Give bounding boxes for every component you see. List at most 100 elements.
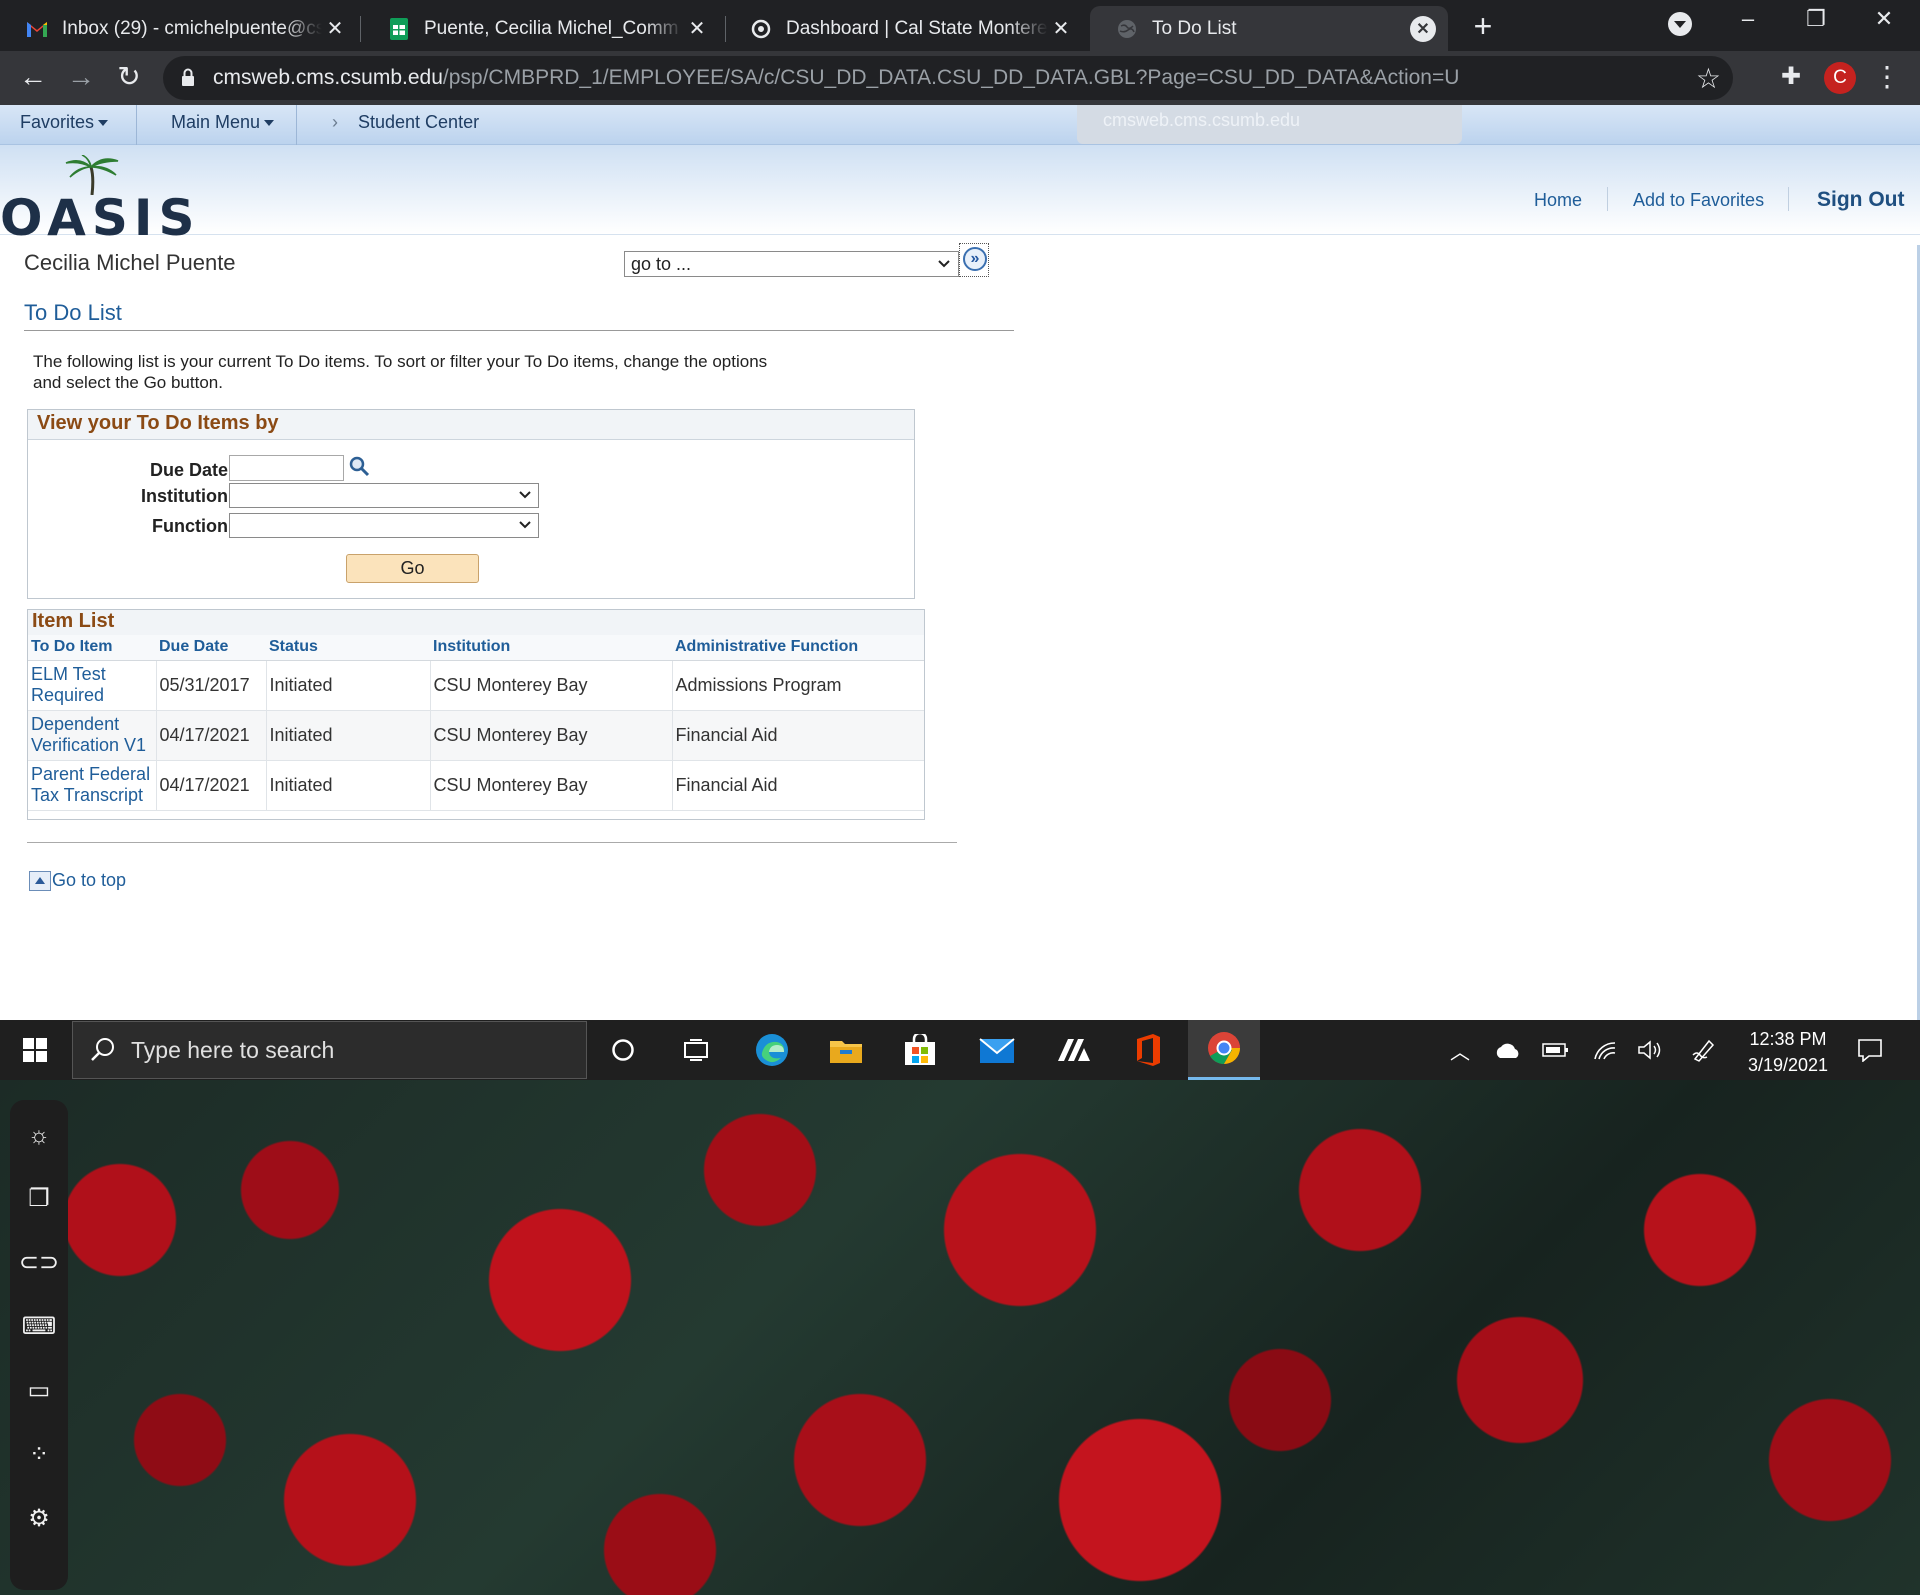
keyboard-icon[interactable]: ⌨ bbox=[10, 1312, 68, 1341]
due-date-label: Due Date bbox=[149, 460, 228, 480]
header-divider bbox=[1607, 187, 1608, 211]
url-text: cmsweb.cms.csumb.edu/psp/CMBPRD_1/EMPLOY… bbox=[213, 66, 1460, 89]
apps-dots-icon[interactable]: ⁘ bbox=[10, 1440, 68, 1469]
tab-title: Dashboard | Cal State Monterey Bay bbox=[786, 17, 1048, 39]
divider bbox=[27, 842, 957, 843]
tab-sheets[interactable]: Puente, Cecilia Michel_Comm De ✕ bbox=[362, 6, 722, 51]
oasis-logo[interactable]: OASIS bbox=[0, 155, 194, 247]
table-row: ELM Test Required 05/31/2017 Initiated C… bbox=[28, 660, 924, 711]
avatar[interactable]: C bbox=[1824, 62, 1856, 94]
office-icon[interactable] bbox=[1128, 1030, 1168, 1070]
back-arrow-icon[interactable]: ← bbox=[16, 61, 50, 95]
lookup-magnifier-icon[interactable] bbox=[348, 455, 370, 477]
to-do-item-link[interactable]: ELM Test Required bbox=[28, 660, 157, 711]
to-do-item-link[interactable]: Parent Federal Tax Transcript bbox=[28, 760, 157, 811]
caret-down-icon bbox=[264, 120, 275, 127]
column-header-institution[interactable]: Institution bbox=[430, 635, 672, 661]
go-to-top-link[interactable]: Go to top bbox=[29, 870, 126, 891]
lock-icon bbox=[182, 68, 194, 86]
favorites-menu[interactable]: Favorites bbox=[20, 112, 109, 133]
edge-browser-icon[interactable] bbox=[752, 1030, 792, 1070]
show-hidden-icons-chevron-icon[interactable]: ︿ bbox=[1440, 1030, 1480, 1070]
tab-todo-list[interactable]: To Do List ✕ bbox=[1090, 6, 1448, 51]
column-header-admin-function[interactable]: Administrative Function bbox=[672, 635, 924, 661]
close-icon[interactable]: ✕ bbox=[1048, 16, 1074, 42]
brightness-icon[interactable]: ☼ bbox=[10, 1122, 68, 1150]
address-bar[interactable]: cmsweb.cms.csumb.edu/psp/CMBPRD_1/EMPLOY… bbox=[163, 56, 1733, 100]
restore-button[interactable]: ❐ bbox=[1796, 6, 1836, 32]
tab-search-icon[interactable] bbox=[1668, 12, 1692, 36]
tab-divider bbox=[360, 16, 361, 42]
app-slashes-icon[interactable] bbox=[1054, 1030, 1094, 1070]
function-cell: Admissions Program bbox=[672, 660, 924, 711]
wifi-icon[interactable] bbox=[1584, 1030, 1624, 1070]
goto-submit-button[interactable]: » bbox=[959, 243, 989, 277]
dashboard-icon bbox=[750, 18, 772, 40]
table-header-row: To Do Item Due Date Status Institution A… bbox=[28, 635, 924, 661]
page-title: To Do List bbox=[24, 300, 122, 325]
task-view-icon[interactable] bbox=[676, 1030, 716, 1070]
go-to-top-icon bbox=[29, 871, 51, 891]
main-menu[interactable]: Main Menu bbox=[171, 112, 275, 133]
gmail-icon bbox=[26, 18, 48, 40]
battery-icon[interactable] bbox=[1536, 1030, 1576, 1070]
laptop-icon[interactable]: ▭ bbox=[10, 1376, 68, 1405]
globe-icon bbox=[1116, 18, 1138, 40]
due-date-input[interactable] bbox=[229, 455, 344, 481]
close-icon[interactable]: ✕ bbox=[684, 16, 710, 42]
reload-icon[interactable]: ↻ bbox=[112, 61, 146, 95]
link-icon[interactable]: ⊂⊃ bbox=[10, 1248, 68, 1277]
function-label: Function bbox=[152, 516, 228, 536]
volume-icon[interactable] bbox=[1630, 1030, 1670, 1070]
sheets-icon bbox=[388, 17, 410, 40]
clock-date: 3/19/2021 bbox=[1747, 1055, 1829, 1075]
pen-workspace-icon[interactable] bbox=[1684, 1030, 1724, 1070]
filter-panel: View your To Do Items by Due Date Instit… bbox=[27, 409, 915, 599]
onedrive-cloud-icon[interactable] bbox=[1488, 1030, 1528, 1070]
institution-select[interactable] bbox=[229, 483, 539, 508]
home-link[interactable]: Home bbox=[1534, 190, 1582, 211]
chrome-taskbar-button[interactable] bbox=[1188, 1020, 1260, 1080]
institution-label: Institution bbox=[141, 486, 228, 506]
column-header-due-date[interactable]: Due Date bbox=[156, 635, 266, 661]
windows-taskbar: Type here to search ︿ 12:38 PM 3/19/2021 bbox=[0, 1020, 1920, 1080]
clock-time: 12:38 PM bbox=[1749, 1029, 1827, 1049]
system-clock[interactable]: 12:38 PM 3/19/2021 bbox=[1740, 1026, 1836, 1078]
function-select[interactable] bbox=[229, 513, 539, 538]
forward-arrow-icon[interactable]: → bbox=[64, 61, 98, 95]
tab-dashboard[interactable]: Dashboard | Cal State Monterey Bay ✕ bbox=[724, 6, 1086, 51]
cortana-icon[interactable] bbox=[603, 1030, 643, 1070]
screenshot-icon[interactable]: ❐ bbox=[10, 1184, 68, 1213]
user-name: Cecilia Michel Puente bbox=[24, 250, 236, 275]
bookmark-star-icon[interactable]: ☆ bbox=[1696, 62, 1721, 95]
close-icon[interactable]: ✕ bbox=[1410, 15, 1436, 42]
go-button[interactable]: Go bbox=[346, 554, 479, 583]
action-center-icon[interactable] bbox=[1850, 1030, 1890, 1070]
extensions-puzzle-icon[interactable]: ✚ bbox=[1774, 61, 1808, 95]
menu-kebab-icon[interactable]: ⋮ bbox=[1870, 61, 1904, 95]
add-to-favorites-link[interactable]: Add to Favorites bbox=[1633, 190, 1764, 211]
taskbar-search-input[interactable]: Type here to search bbox=[72, 1021, 587, 1079]
file-explorer-icon[interactable] bbox=[826, 1030, 866, 1070]
windows-start-icon[interactable] bbox=[15, 1030, 55, 1070]
item-table: To Do Item Due Date Status Institution A… bbox=[28, 635, 924, 811]
mail-icon[interactable] bbox=[977, 1030, 1017, 1070]
breadcrumb-student-center[interactable]: Student Center bbox=[358, 112, 479, 133]
close-window-button[interactable]: ✕ bbox=[1864, 6, 1904, 32]
column-header-status[interactable]: Status bbox=[266, 635, 430, 661]
status-cell: Initiated bbox=[266, 710, 431, 761]
microsoft-store-icon[interactable] bbox=[900, 1030, 940, 1070]
goto-select[interactable]: go to ... bbox=[624, 251, 959, 277]
to-do-item-link[interactable]: Dependent Verification V1 bbox=[28, 710, 157, 761]
column-header-to-do-item[interactable]: To Do Item bbox=[28, 635, 156, 661]
status-cell: Initiated bbox=[266, 760, 431, 811]
sign-out-link[interactable]: Sign Out bbox=[1817, 188, 1905, 212]
tab-gmail[interactable]: Inbox (29) - cmichelpuente@csumb.edu ✕ bbox=[0, 6, 360, 51]
minimize-button[interactable]: – bbox=[1728, 6, 1768, 32]
close-icon[interactable]: ✕ bbox=[322, 16, 348, 42]
new-tab-button[interactable]: + bbox=[1466, 10, 1500, 44]
settings-gear-icon[interactable]: ⚙ bbox=[10, 1504, 68, 1533]
go-to-top-label: Go to top bbox=[52, 870, 127, 890]
desktop-wallpaper: ☼ ❐ ⊂⊃ ⌨ ▭ ⁘ ⚙ bbox=[0, 1080, 1920, 1595]
tab-title: Inbox (29) - cmichelpuente@csumb.edu bbox=[62, 17, 322, 39]
